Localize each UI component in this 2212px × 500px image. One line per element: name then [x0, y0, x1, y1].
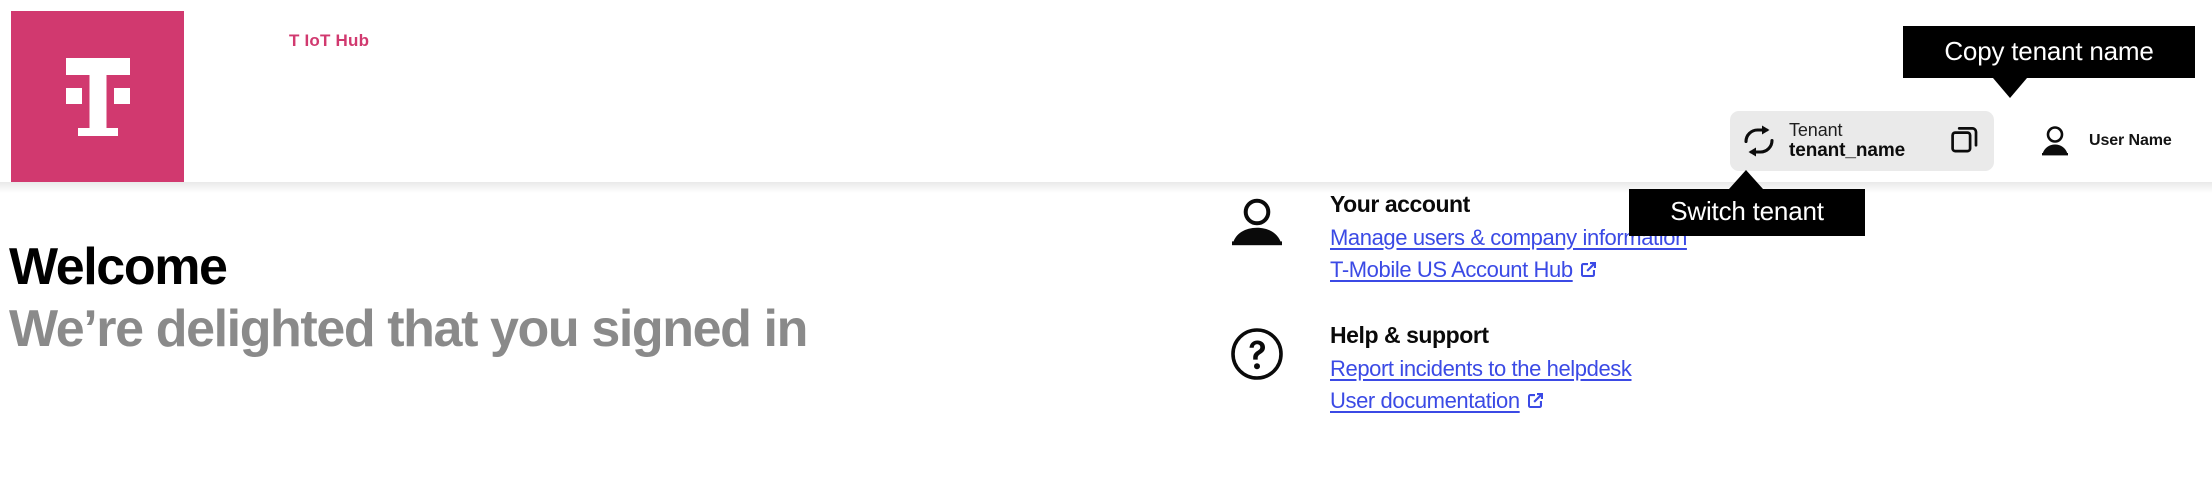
info-card-help-support: Help & support Report incidents to the h… — [1226, 324, 2026, 414]
page-subtitle: We’re delighted that you signed in — [9, 300, 808, 359]
t-mobile-logo-icon — [58, 57, 138, 136]
main-content: Welcome We’re delighted that you signed … — [0, 193, 2212, 500]
link-user-documentation[interactable]: User documentation — [1330, 389, 1632, 414]
user-avatar-icon — [2038, 124, 2072, 158]
app-header: T IoT Hub Tenant tenant_name User Name — [0, 0, 2212, 182]
tenant-value: tenant_name — [1789, 139, 1906, 161]
tooltip-copy-tenant-name-label: Copy tenant name — [1944, 35, 2154, 66]
switch-arrows-icon[interactable] — [1739, 111, 1779, 171]
page-root: T IoT Hub Tenant tenant_name User Name C… — [0, 0, 2212, 500]
copy-tenant-name-button[interactable] — [1938, 111, 1994, 171]
tooltip-switch-tenant: Switch tenant — [1629, 170, 1865, 236]
brand-name: T IoT Hub — [289, 31, 370, 50]
link-tmobile-account-hub[interactable]: T-Mobile US Account Hub — [1330, 258, 1687, 283]
welcome-block: Welcome We’re delighted that you signed … — [9, 238, 808, 359]
user-name-label: User Name — [2089, 132, 2172, 149]
tenant-text-group: Tenant tenant_name — [1789, 121, 1938, 161]
tooltip-arrow-up-icon — [1729, 170, 1763, 189]
external-link-icon — [1526, 391, 1545, 414]
link-label: User documentation — [1330, 388, 1520, 414]
user-menu[interactable]: User Name — [2038, 118, 2172, 164]
info-card-heading: Help & support — [1330, 322, 1489, 349]
link-report-incidents[interactable]: Report incidents to the helpdesk — [1330, 357, 1632, 380]
external-link-icon — [1579, 260, 1598, 283]
link-label: T-Mobile US Account Hub — [1330, 257, 1573, 283]
tooltip-switch-tenant-label: Switch tenant — [1670, 196, 1824, 226]
question-circle-icon — [1226, 324, 1288, 382]
info-card-heading: Your account — [1330, 191, 1470, 217]
t-mobile-logo-tile[interactable] — [11, 11, 184, 182]
copy-icon — [1949, 122, 1983, 161]
tenant-label: Tenant — [1789, 121, 1843, 141]
info-card-your-account: Your account Manage users & company info… — [1226, 193, 2026, 283]
page-title: Welcome — [9, 238, 228, 296]
tooltip-arrow-down-icon — [1993, 78, 2027, 98]
person-icon — [1226, 193, 1288, 251]
tooltip-copy-tenant-name: Copy tenant name — [1903, 26, 2195, 98]
info-cards: Your account Manage users & company info… — [1226, 193, 2026, 455]
tenant-chip[interactable]: Tenant tenant_name — [1730, 111, 1994, 171]
link-label: Report incidents to the helpdesk — [1330, 356, 1632, 382]
header-shadow — [0, 182, 2212, 193]
info-card-body: Help & support Report incidents to the h… — [1330, 324, 1632, 414]
